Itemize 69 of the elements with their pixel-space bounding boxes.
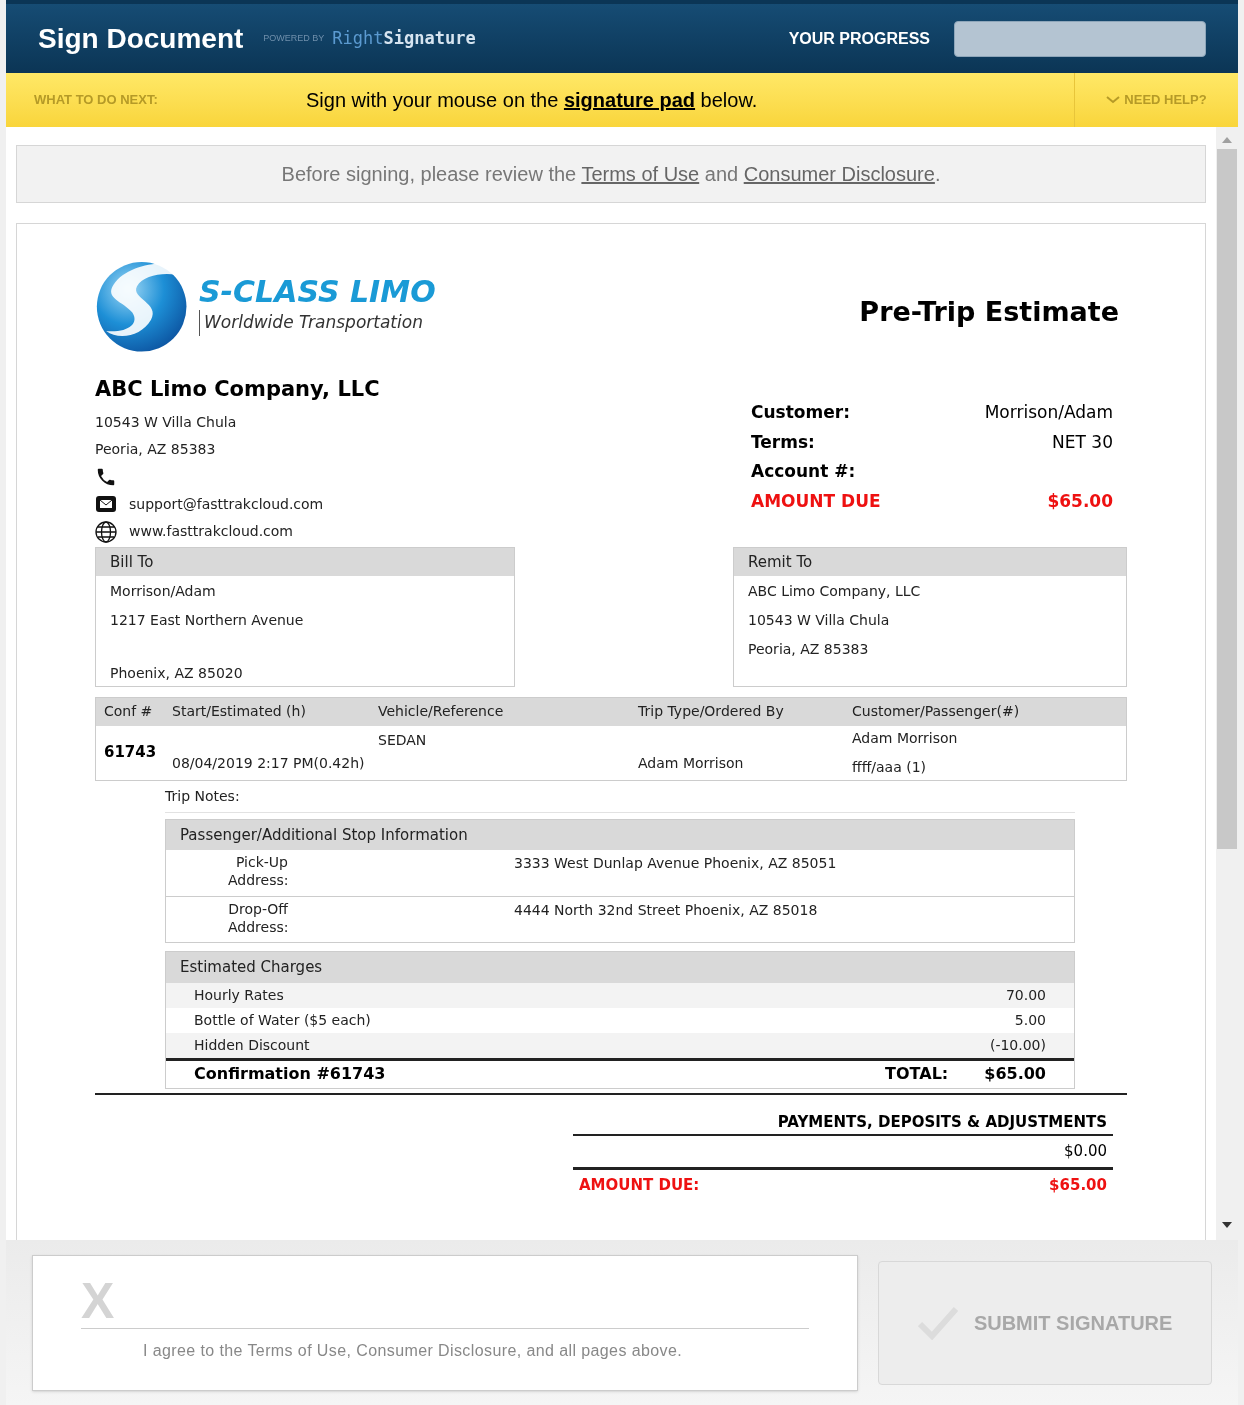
summary-value: Morrison/Adam bbox=[984, 401, 1113, 424]
summary-label: Terms: bbox=[751, 430, 815, 454]
column-header: Start/Estimated (h) bbox=[172, 702, 307, 721]
summary-value: $65.00 bbox=[1047, 489, 1113, 513]
total-label: TOTAL: bbox=[885, 1063, 949, 1085]
conf-number: 61743 bbox=[104, 742, 158, 764]
bill-to-street: 1217 East Northern Avenue bbox=[110, 611, 305, 630]
column-header: Vehicle/Reference bbox=[378, 702, 505, 721]
charge-label: Bottle of Water ($5 each) bbox=[194, 1010, 371, 1030]
bill-to-name: Morrison/Adam bbox=[110, 582, 217, 601]
stop-label: Pick-Up Address: bbox=[228, 853, 288, 890]
stop-label: Drop-Off Address: bbox=[228, 900, 288, 937]
instruction-text: Sign with your mouse on the signature pad below. bbox=[306, 88, 759, 113]
total-amount: $65.00 bbox=[984, 1063, 1046, 1085]
instruction-label: WHAT TO DO NEXT: bbox=[33, 91, 159, 110]
vehicle: SEDAN bbox=[378, 730, 428, 750]
charge-amount: 5.00 bbox=[1014, 1010, 1046, 1030]
ordered-by: Adam Morrison bbox=[638, 753, 745, 773]
trip-notes-label: Trip Notes: bbox=[165, 780, 1075, 813]
column-header: Trip Type/Ordered By bbox=[638, 702, 785, 721]
payments-heading: PAYMENTS, DEPOSITS & ADJUSTMENTS bbox=[573, 1110, 1113, 1136]
charge-amount: (-10.00) bbox=[989, 1035, 1046, 1055]
email-icon bbox=[95, 495, 117, 513]
document-title: Pre-Trip Estimate bbox=[859, 294, 1119, 329]
bill-to-heading: Bill To bbox=[96, 547, 514, 576]
notice-text: Before signing, please review the Terms of Use and Consumer Disclosure. bbox=[281, 162, 941, 187]
company-address: 10543 W Villa Chula bbox=[95, 412, 238, 432]
progress-label: YOUR PROGRESS bbox=[788, 28, 930, 49]
charges-heading: Estimated Charges bbox=[166, 952, 1074, 983]
remit-to-line: ABC Limo Company, LLC bbox=[748, 582, 922, 601]
scroll-up-icon bbox=[1222, 137, 1232, 143]
start-time: 08/04/2019 2:17 PM(0.42h) bbox=[172, 753, 366, 773]
remit-to-line: Peoria, AZ 85383 bbox=[748, 640, 870, 659]
remit-to-line: 10543 W Villa Chula bbox=[748, 611, 891, 630]
logo-tagline: Worldwide Transportation bbox=[199, 310, 436, 336]
logo-name: S-CLASS LIMO bbox=[199, 272, 436, 310]
summary-value: NET 30 bbox=[1052, 430, 1113, 454]
powered-by-text: POWERED BY bbox=[263, 31, 325, 45]
company-name: ABC Limo Company, LLC bbox=[95, 376, 380, 403]
column-header: Conf # bbox=[104, 702, 154, 721]
amount-due-label: AMOUNT DUE: bbox=[579, 1174, 700, 1196]
passenger: ffff/aaa (1) bbox=[852, 757, 928, 777]
company-address: Peoria, AZ 85383 bbox=[95, 439, 217, 459]
company-email: support@fasttrakcloud.com bbox=[129, 494, 324, 514]
customer-name: Adam Morrison bbox=[852, 728, 959, 748]
brand-name: RightSignature bbox=[332, 26, 476, 50]
chevron-down-icon bbox=[1106, 96, 1121, 104]
summary-label: Account #: bbox=[751, 460, 856, 483]
remit-to-heading: Remit To bbox=[734, 547, 1126, 576]
summary-label: Customer: bbox=[751, 401, 850, 424]
agreement-text: I agree to the Terms of Use, Consumer Disclosure, and all pages above. bbox=[143, 1340, 684, 1361]
column-header: Customer/Passenger(#) bbox=[852, 702, 1021, 721]
terms-link[interactable]: Terms of Use bbox=[581, 163, 700, 185]
bill-to-city: Phoenix, AZ 85020 bbox=[110, 664, 244, 683]
amount-due-value: $65.00 bbox=[1049, 1174, 1107, 1196]
stop-address: 3333 West Dunlap Avenue Phoenix, AZ 85051 bbox=[514, 854, 837, 873]
scroll-down-icon bbox=[1222, 1222, 1232, 1228]
disclosure-link[interactable]: Consumer Disclosure bbox=[743, 163, 935, 185]
charge-label: Hidden Discount bbox=[194, 1035, 310, 1055]
stops-heading: Passenger/Additional Stop Information bbox=[166, 819, 1074, 850]
company-website: www.fasttrakcloud.com bbox=[129, 522, 293, 541]
globe-icon bbox=[95, 520, 117, 543]
confirmation-number: Confirmation #61743 bbox=[194, 1063, 386, 1085]
payments-amount: $0.00 bbox=[573, 1136, 1113, 1170]
charge-amount: 70.00 bbox=[1005, 985, 1046, 1005]
charge-label: Hourly Rates bbox=[194, 985, 284, 1005]
header-title: Sign Document bbox=[38, 21, 244, 56]
summary-label: AMOUNT DUE bbox=[751, 489, 881, 513]
stop-address: 4444 North 32nd Street Phoenix, AZ 85018 bbox=[514, 901, 818, 920]
